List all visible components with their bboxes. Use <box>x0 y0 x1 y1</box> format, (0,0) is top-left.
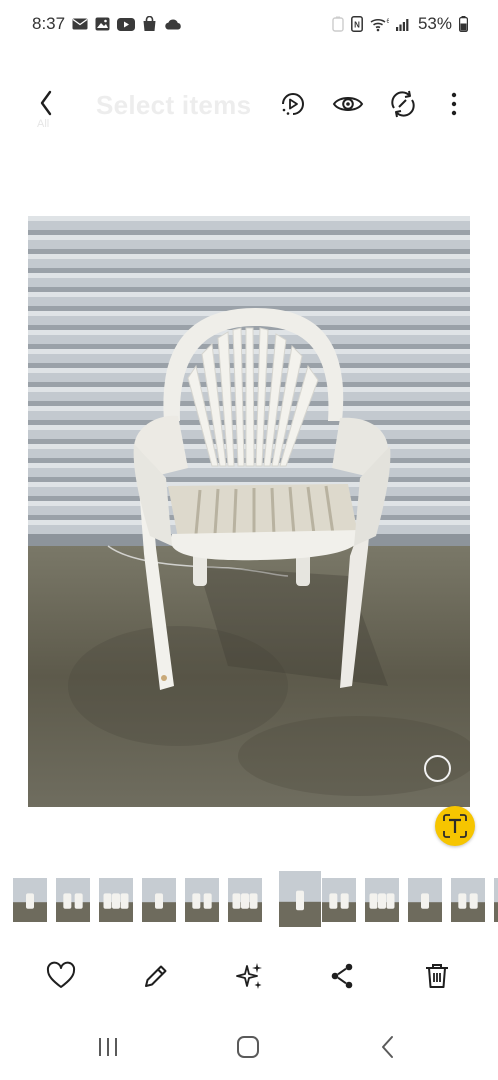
ghost-all-label: All <box>37 118 50 130</box>
signal-icon <box>395 17 411 31</box>
filmstrip-thumbnail[interactable] <box>228 878 262 922</box>
edit-button[interactable] <box>140 960 172 992</box>
youtube-icon <box>117 17 136 31</box>
svg-text:N: N <box>354 21 360 30</box>
battery-percent: 53% <box>417 14 452 33</box>
extract-text-button[interactable] <box>435 806 475 846</box>
filmstrip[interactable] <box>0 870 498 936</box>
bottom-action-bar <box>0 952 498 1000</box>
system-navigation-bar <box>0 1026 498 1066</box>
back-nav-button[interactable] <box>373 1032 403 1062</box>
delete-button[interactable] <box>421 960 453 992</box>
view-button[interactable] <box>332 88 364 120</box>
select-checkbox[interactable] <box>424 755 451 782</box>
more-vertical-icon <box>451 92 457 116</box>
remaster-button[interactable] <box>387 88 419 120</box>
app-bar: Select items All <box>0 76 498 132</box>
motion-photo-button[interactable] <box>277 88 309 120</box>
filmstrip-thumbnail[interactable] <box>142 878 176 922</box>
filmstrip-thumbnail[interactable] <box>185 878 219 922</box>
filmstrip-thumbnail[interactable] <box>494 878 498 922</box>
sparkle-icon <box>236 963 262 989</box>
ghost-select-items-title: Select items <box>96 90 252 120</box>
filmstrip-thumbnail[interactable] <box>99 878 133 922</box>
favorite-button[interactable] <box>45 960 77 992</box>
remaster-icon <box>391 90 415 118</box>
trash-icon <box>426 964 448 988</box>
motion-photo-icon <box>282 93 304 115</box>
nfc-icon: N <box>351 16 363 32</box>
recent-apps-button[interactable] <box>93 1032 123 1062</box>
data-saver-icon <box>332 16 344 32</box>
filmstrip-thumbnail[interactable] <box>13 878 47 922</box>
more-options-button[interactable] <box>438 88 470 120</box>
shopping-bag-icon <box>142 16 157 32</box>
home-button[interactable] <box>233 1032 263 1062</box>
chair-photo-image <box>28 216 470 807</box>
heart-icon <box>46 961 76 988</box>
share-icon <box>331 963 353 989</box>
image-icon <box>95 17 110 31</box>
ai-edit-button[interactable] <box>233 960 265 992</box>
filmstrip-thumbnail[interactable] <box>408 878 442 922</box>
battery-icon <box>459 16 468 32</box>
svg-text:6: 6 <box>386 19 389 25</box>
status-right: N 6 53% <box>332 14 468 34</box>
status-bar: 8:37 N 6 53% <box>0 0 498 48</box>
filmstrip-thumbnail[interactable] <box>322 878 356 922</box>
filmstrip-thumbnail-current[interactable] <box>279 871 321 927</box>
filmstrip-thumbnail[interactable] <box>451 878 485 922</box>
filmstrip-thumbnail[interactable] <box>365 878 399 922</box>
home-icon <box>237 1036 259 1058</box>
mail-icon <box>72 18 88 30</box>
status-left: 8:37 <box>32 14 182 34</box>
status-time: 8:37 <box>32 14 66 33</box>
share-button[interactable] <box>326 960 358 992</box>
filmstrip-thumbnail[interactable] <box>56 878 90 922</box>
recent-apps-icon <box>99 1038 117 1056</box>
extract-text-icon <box>443 814 467 838</box>
main-photo[interactable] <box>28 216 470 807</box>
cloud-icon <box>164 18 182 30</box>
back-nav-icon <box>382 1036 393 1058</box>
eye-icon <box>332 97 364 111</box>
pencil-icon <box>145 965 167 987</box>
wifi-icon: 6 <box>370 17 389 32</box>
